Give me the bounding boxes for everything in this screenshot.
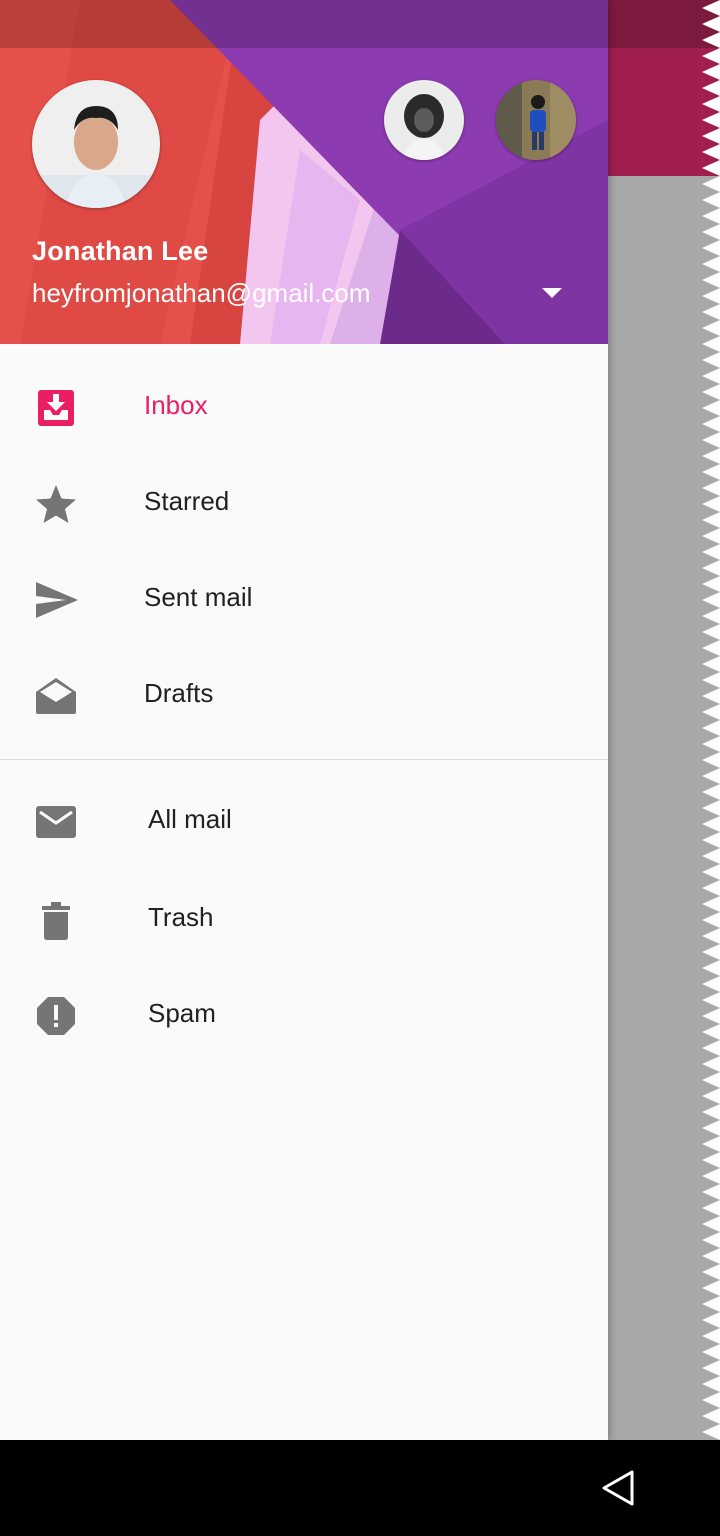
star-icon bbox=[36, 485, 76, 523]
nav-label-drafts: Drafts bbox=[144, 678, 214, 708]
primary-account-avatar[interactable] bbox=[32, 80, 160, 208]
nav-label-spam: Spam bbox=[148, 998, 216, 1028]
back-icon[interactable] bbox=[594, 1464, 642, 1512]
drafts-icon bbox=[36, 678, 76, 714]
navigation-drawer: Jonathan Lee heyfromjonathan@gmail.com I… bbox=[0, 0, 608, 1440]
spam-icon bbox=[37, 997, 75, 1035]
account-name: Jonathan Lee bbox=[32, 236, 209, 266]
send-icon bbox=[36, 582, 78, 618]
nav-label-trash: Trash bbox=[148, 902, 214, 932]
nav-item-trash[interactable]: Trash bbox=[0, 872, 608, 968]
account-switcher-dropdown-icon[interactable] bbox=[536, 282, 568, 306]
trash-icon bbox=[42, 902, 70, 940]
tertiary-account-avatar[interactable] bbox=[496, 80, 576, 160]
nav-divider bbox=[0, 759, 608, 760]
mail-icon bbox=[36, 806, 76, 838]
account-email: heyfromjonathan@gmail.com bbox=[32, 278, 371, 308]
account-header: Jonathan Lee heyfromjonathan@gmail.com bbox=[0, 0, 608, 344]
nav-item-all-mail[interactable]: All mail bbox=[0, 774, 608, 870]
nav-item-drafts[interactable]: Drafts bbox=[0, 648, 608, 744]
nav-item-starred[interactable]: Starred bbox=[0, 456, 608, 552]
nav-item-inbox[interactable]: Inbox bbox=[0, 360, 608, 456]
nav-label-inbox: Inbox bbox=[144, 390, 208, 420]
status-bar bbox=[0, 0, 608, 48]
nav-label-sent-mail: Sent mail bbox=[144, 582, 253, 612]
secondary-account-avatar[interactable] bbox=[384, 80, 464, 160]
nav-item-spam[interactable]: Spam bbox=[0, 968, 608, 1064]
nav-item-sent-mail[interactable]: Sent mail bbox=[0, 552, 608, 648]
torn-edge-decoration bbox=[702, 0, 720, 1536]
inbox-icon bbox=[38, 390, 74, 426]
nav-label-starred: Starred bbox=[144, 486, 230, 516]
nav-label-all-mail: All mail bbox=[148, 804, 232, 834]
